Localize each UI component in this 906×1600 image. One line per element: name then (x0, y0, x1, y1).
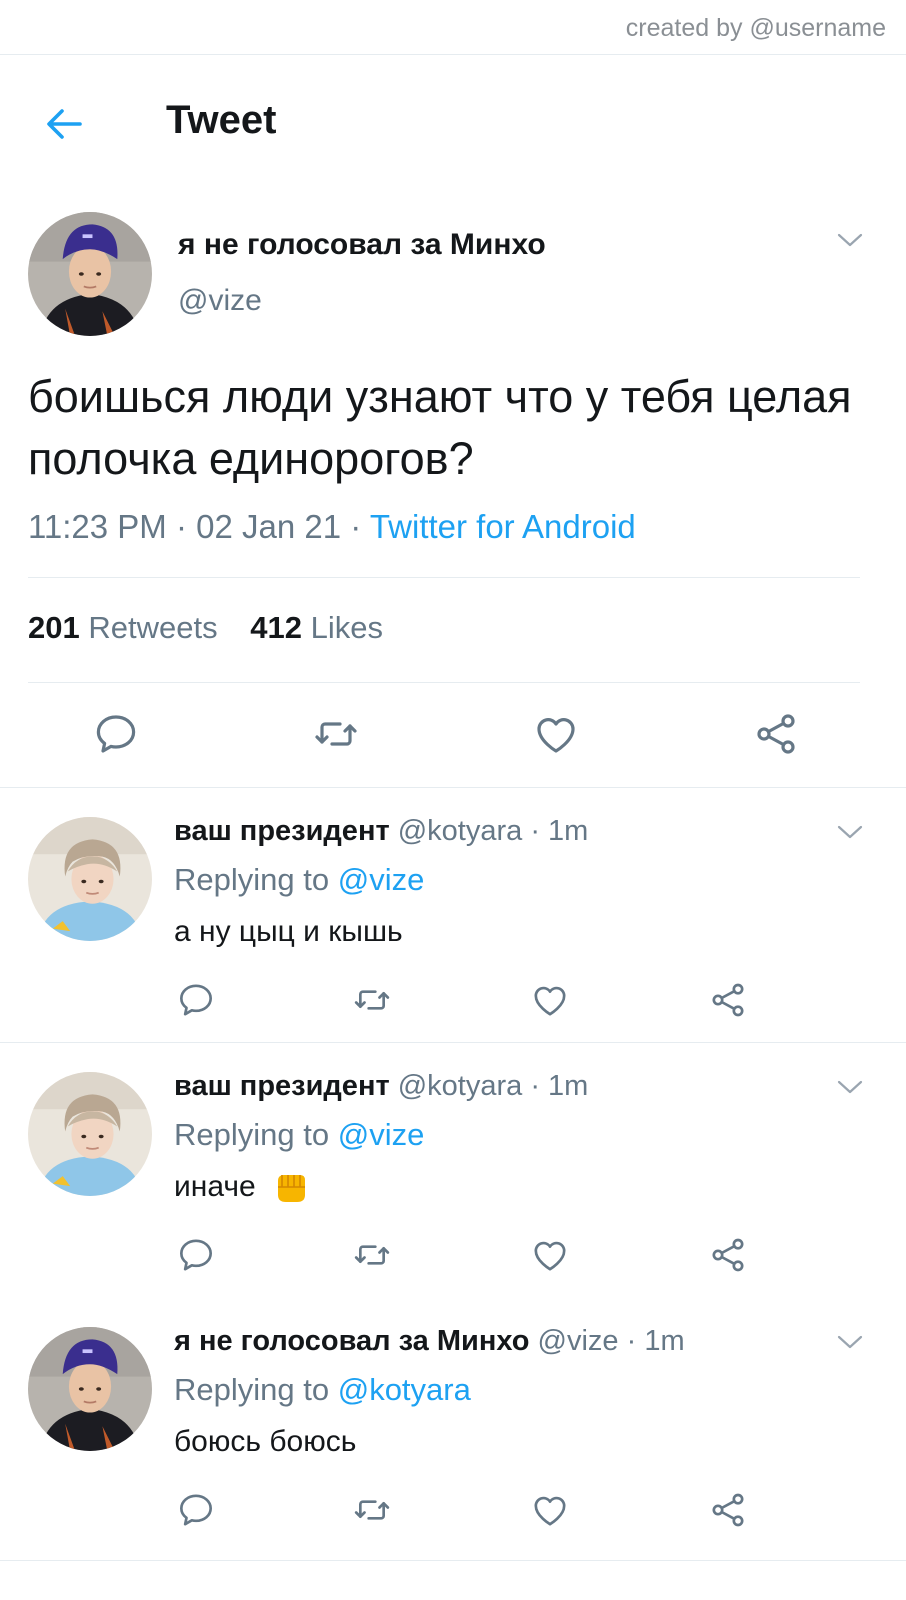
divider (28, 682, 860, 683)
reply-icon[interactable] (176, 1490, 216, 1530)
top-bar: Tweet (0, 96, 906, 152)
display-name[interactable]: я не голосовал за Минхо (174, 1325, 529, 1357)
credit-text: created by @username (625, 14, 886, 42)
divider (0, 1042, 906, 1043)
share-icon[interactable] (752, 710, 800, 758)
chevron-down-icon[interactable] (836, 230, 864, 250)
replying-to: Replying to @kotyara (174, 1372, 471, 1408)
retweets-count[interactable]: 201 (28, 610, 80, 645)
divider (0, 787, 906, 788)
user-handle[interactable]: @vize (178, 284, 262, 318)
display-name[interactable]: я не голосовал за Минхо (178, 228, 546, 262)
divider (0, 54, 906, 55)
retweet-icon[interactable] (312, 710, 360, 758)
tweet-text: иначе (174, 1170, 256, 1203)
handle-time: @kotyara · 1m (397, 1070, 589, 1102)
retweets-label[interactable]: Retweets (88, 610, 217, 645)
handle-time: @kotyara · 1m (397, 815, 589, 847)
reply-header: ваш президент @kotyara · 1m (174, 1070, 588, 1103)
tweet-stats: 201 Retweets 412 Likes (28, 610, 383, 646)
likes-label[interactable]: Likes (311, 610, 383, 645)
replying-to: Replying to @vize (174, 1117, 424, 1153)
fist-emoji-icon (278, 1175, 306, 1203)
tweet-meta: 11:23 PM · 02 Jan 21 · Twitter for Andro… (28, 508, 636, 546)
avatar[interactable] (28, 817, 152, 941)
reply-icon[interactable] (176, 980, 216, 1020)
retweet-icon[interactable] (352, 1490, 392, 1530)
tweet-text: боишься люди узнают что у тебя целая пол… (28, 371, 852, 484)
page-title: Tweet (166, 98, 277, 142)
mention-link[interactable]: @kotyara (338, 1372, 471, 1407)
chevron-down-icon[interactable] (836, 1332, 864, 1352)
like-icon[interactable] (530, 980, 570, 1020)
chevron-down-icon[interactable] (836, 1077, 864, 1097)
chevron-down-icon[interactable] (836, 822, 864, 842)
like-icon[interactable] (532, 710, 580, 758)
tweet-text: боюсь боюсь (174, 1425, 357, 1458)
back-button[interactable] (40, 100, 88, 148)
handle-time: @vize · 1m (537, 1325, 685, 1357)
tweet-text-row: иначе (174, 1170, 308, 1205)
arrow-left-icon (47, 109, 82, 139)
mention-link[interactable]: @vize (338, 1117, 425, 1152)
replying-label: Replying to (174, 1117, 330, 1152)
replying-to: Replying to @vize (174, 862, 424, 898)
reply-icon[interactable] (176, 1235, 216, 1275)
avatar[interactable] (28, 212, 152, 336)
avatar[interactable] (28, 1327, 152, 1451)
reply-header: я не голосовал за Минхо @vize · 1m (174, 1325, 685, 1358)
timestamp: 11:23 PM · 02 Jan 21 · (28, 508, 370, 545)
share-icon[interactable] (708, 1490, 748, 1530)
display-name[interactable]: ваш президент (174, 1070, 390, 1102)
display-name[interactable]: ваш президент (174, 815, 390, 847)
retweet-icon[interactable] (352, 1235, 392, 1275)
likes-count[interactable]: 412 (250, 610, 302, 645)
divider (28, 577, 860, 578)
mention-link[interactable]: @vize (338, 862, 425, 897)
tweet-text: а ну цыц и кышь (174, 915, 403, 948)
reply-header: ваш президент @kotyara · 1m (174, 815, 588, 848)
like-icon[interactable] (530, 1490, 570, 1530)
share-icon[interactable] (708, 1235, 748, 1275)
avatar[interactable] (28, 1072, 152, 1196)
reply-icon[interactable] (92, 710, 140, 758)
replying-label: Replying to (174, 862, 330, 897)
retweet-icon[interactable] (352, 980, 392, 1020)
source-link[interactable]: Twitter for Android (370, 508, 636, 545)
replying-label: Replying to (174, 1372, 330, 1407)
share-icon[interactable] (708, 980, 748, 1020)
divider (0, 1560, 906, 1561)
like-icon[interactable] (530, 1235, 570, 1275)
